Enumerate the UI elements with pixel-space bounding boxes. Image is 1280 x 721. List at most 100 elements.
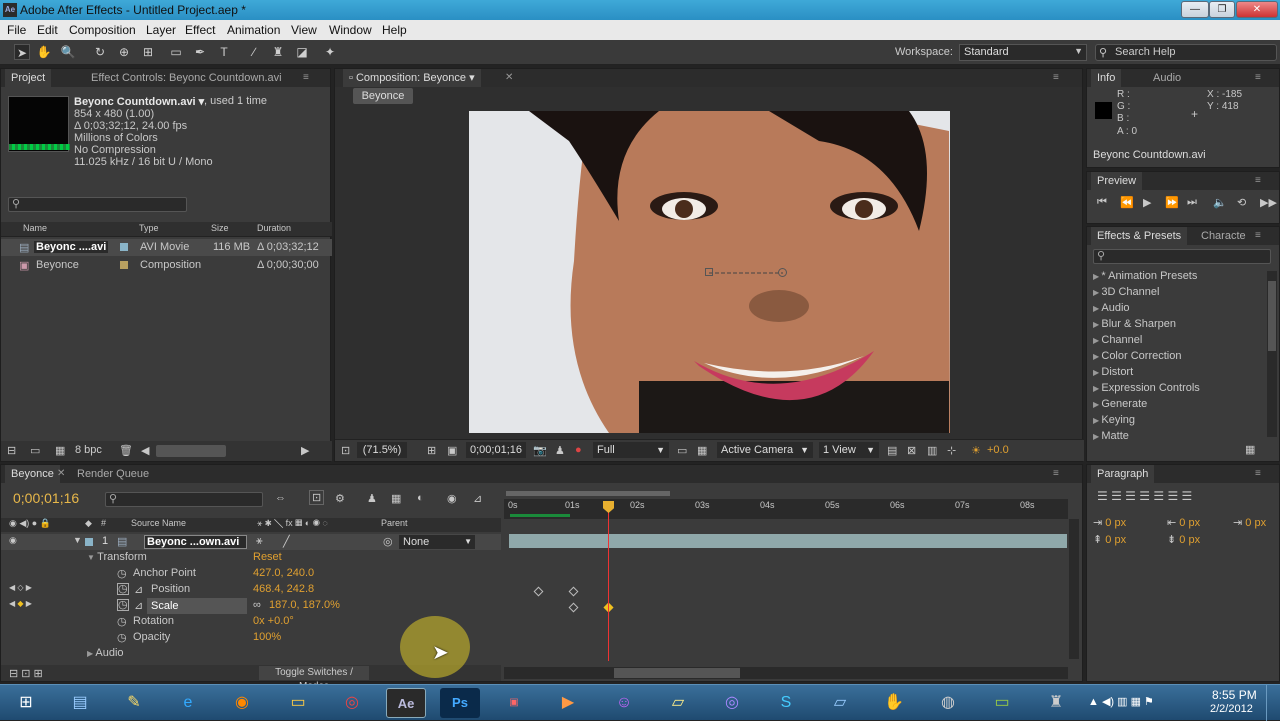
loop-icon[interactable]: ⟲ — [1237, 196, 1246, 209]
list-item[interactable]: ▶ Color Correction — [1093, 350, 1181, 362]
recorder-icon[interactable]: ♜ — [1036, 688, 1076, 718]
current-time-display[interactable]: 0;00;01;16 — [466, 442, 526, 458]
brainstorm-icon[interactable]: ◉ — [447, 492, 457, 505]
panel-menu-icon[interactable]: ≡ — [1255, 230, 1261, 241]
audio-group[interactable]: ▶ Audio — [87, 647, 124, 659]
photoshop-taskbar-icon[interactable]: Ps — [440, 688, 480, 718]
toggle-pixel-aspect-icon[interactable]: ▤ — [887, 444, 897, 457]
snapshot-icon[interactable]: 📷 — [533, 444, 547, 457]
pen-tool-icon[interactable]: ✒ — [192, 44, 208, 60]
clock-date[interactable]: 2/2/2012 — [1210, 703, 1253, 715]
show-snapshot-icon[interactable]: ♟ — [555, 444, 565, 457]
panel-menu-icon[interactable]: ≡ — [1255, 175, 1261, 186]
align-buttons-icons[interactable]: ☰ ☰ ☰ ☰ ☰ ☰ ☰ — [1097, 489, 1192, 503]
list-item[interactable]: ▶ * Animation Presets — [1093, 270, 1197, 282]
stopwatch-icon[interactable]: ◷ — [117, 567, 127, 580]
work-area-bar[interactable] — [510, 514, 570, 517]
zoom-tool-icon[interactable]: 🔍 — [60, 44, 76, 60]
layer-name[interactable]: Beyonc ...own.avi — [144, 535, 247, 549]
scrollbar-thumb[interactable] — [614, 668, 740, 678]
label-color[interactable] — [120, 243, 128, 251]
menu-animation[interactable]: Animation — [227, 23, 280, 37]
menu-file[interactable]: File — [7, 23, 26, 37]
next-frame-icon[interactable]: ⏩ — [1165, 196, 1179, 209]
footage-name[interactable]: Beyonc Countdown.avi ▾ — [74, 95, 204, 108]
shy-icon[interactable]: ⚹ — [256, 535, 263, 548]
always-preview-icon[interactable]: ⊡ — [341, 444, 350, 457]
close-button[interactable]: ✕ — [1236, 1, 1278, 18]
panel-menu-icon[interactable]: ≡ — [1255, 72, 1261, 83]
interpret-footage-icon[interactable]: ⊟ — [7, 444, 16, 457]
label-color[interactable] — [85, 538, 93, 546]
new-composition-icon[interactable]: ▦ — [55, 444, 65, 457]
frame-blending-icon[interactable]: ▦ — [391, 492, 401, 505]
parent-dropdown[interactable]: None ▼ — [399, 535, 475, 549]
scroll-right-icon[interactable]: ▶ — [301, 444, 309, 457]
parent-header[interactable]: Parent — [381, 518, 408, 528]
space-after-field[interactable]: ⇟ 0 px — [1167, 533, 1200, 546]
time-navigator[interactable] — [504, 487, 1068, 499]
hand-tool-icon[interactable]: ✋ — [36, 44, 52, 60]
prop-rotation-value[interactable]: 0x +0.0° — [253, 615, 294, 627]
new-folder-icon[interactable]: ▭ — [30, 444, 40, 457]
firefox-icon[interactable]: ◉ — [222, 688, 262, 718]
list-item[interactable]: ▶ Expression Controls — [1093, 382, 1200, 394]
menu-view[interactable]: View — [291, 23, 317, 37]
exposure-value[interactable]: +0.0 — [987, 444, 1009, 456]
trash-icon[interactable]: 🗑 — [119, 444, 133, 457]
reset-link[interactable]: Reset — [253, 551, 282, 563]
explorer-icon[interactable]: ▤ — [60, 688, 100, 718]
camera-dropdown[interactable]: Active Camera ▼ — [717, 442, 813, 458]
scrollbar-thumb[interactable] — [1268, 281, 1276, 351]
keyframe-navigator-icon[interactable]: ◀ ◇ ▶ — [9, 583, 32, 592]
rectangle-tool-icon[interactable]: ▭ — [168, 44, 184, 60]
internet-explorer-icon[interactable]: e — [168, 688, 208, 718]
maximize-button[interactable]: ❐ — [1209, 1, 1235, 18]
panel-menu-icon[interactable]: ≡ — [1255, 468, 1261, 479]
stopwatch-icon[interactable]: ◷ — [117, 615, 127, 628]
list-item[interactable]: ▶ Distort — [1093, 366, 1133, 378]
list-item[interactable]: ▶ Blur & Sharpen — [1093, 318, 1176, 330]
list-item[interactable]: ▶ Generate — [1093, 398, 1147, 410]
media-player-icon[interactable]: ▶ — [548, 688, 588, 718]
time-navigator-bar[interactable] — [506, 491, 670, 496]
tab-effect-controls[interactable]: Effect Controls: Beyonc Countdown.avi — [85, 69, 288, 87]
vertical-scrollbar[interactable] — [1267, 271, 1277, 437]
tab-timeline-beyonce[interactable]: Beyonce — [5, 465, 60, 483]
grid-icon[interactable]: ⊞ — [427, 444, 436, 457]
transparency-grid-icon[interactable]: ▦ — [697, 444, 707, 457]
list-item[interactable]: ▶ Channel — [1093, 334, 1142, 346]
quality-icon[interactable]: ╱ — [283, 535, 290, 548]
col-size[interactable]: Size — [211, 223, 229, 233]
tab-project[interactable]: Project — [5, 69, 52, 87]
collapse-triangle-icon[interactable]: ▼ — [73, 535, 82, 545]
project-search-input[interactable]: ⚲ — [8, 197, 187, 212]
list-item[interactable]: ▶ Matte — [1093, 430, 1129, 442]
col-type[interactable]: Type — [139, 223, 159, 233]
effects-search-input[interactable]: ⚲ — [1093, 249, 1271, 264]
source-name-header[interactable]: Source Name — [131, 518, 186, 528]
system-tray-icons[interactable]: ▲ ◀) ▥ ▦ ⚑ — [1088, 695, 1154, 708]
brush-tool-icon[interactable]: ∕ — [246, 44, 262, 60]
exposure-icon[interactable]: ☀ — [971, 444, 981, 457]
previous-frame-icon[interactable]: ⏪ — [1120, 196, 1134, 209]
menu-composition[interactable]: Composition — [69, 23, 136, 37]
text-tool-icon[interactable]: T — [216, 44, 232, 60]
app-swirl-icon[interactable]: ◎ — [712, 688, 752, 718]
layer-duration-bar[interactable] — [509, 534, 1067, 548]
mute-audio-icon[interactable]: 🔈 — [1213, 196, 1227, 209]
puppet-pin-tool-icon[interactable]: ✦ — [322, 44, 338, 60]
indent-left-field[interactable]: ⇥ 0 px — [1093, 516, 1126, 529]
channel-icon[interactable]: ● — [575, 444, 582, 456]
region-of-interest-icon[interactable]: ▭ — [677, 444, 687, 457]
draft-3d-icon[interactable]: ⚙ — [335, 492, 345, 505]
list-item[interactable]: ▣ Beyonce Composition Δ 0;00;30;00 — [1, 257, 332, 274]
selection-tool-icon[interactable]: ➤ — [14, 44, 30, 60]
stopwatch-active-icon[interactable]: ◷ — [117, 583, 129, 595]
tab-info[interactable]: Info — [1091, 69, 1122, 87]
first-frame-icon[interactable]: ⏮ — [1097, 196, 1107, 209]
eraser-tool-icon[interactable]: ◪ — [294, 44, 310, 60]
motion-blur-icon[interactable]: ◐ — [417, 492, 424, 504]
vertical-scrollbar[interactable] — [1069, 519, 1079, 659]
camera-tool-icon[interactable]: ⊕ — [116, 44, 132, 60]
